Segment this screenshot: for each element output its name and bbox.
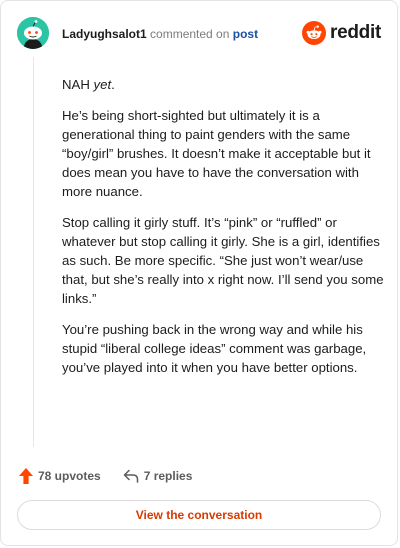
para-emphasis: yet bbox=[93, 77, 112, 92]
upvote-arrow-icon bbox=[19, 468, 33, 484]
upvotes-stat[interactable]: 78 upvotes bbox=[19, 468, 101, 484]
byline: Ladyughsalot1 commented on post bbox=[62, 27, 258, 41]
para-lead: NAH bbox=[62, 77, 90, 92]
view-conversation-button[interactable]: View the conversation bbox=[17, 500, 381, 530]
reddit-wordmark: reddit bbox=[330, 22, 381, 43]
thread-line bbox=[33, 57, 34, 447]
replies-stat[interactable]: 7 replies bbox=[123, 469, 193, 483]
comment-paragraph: You’re pushing back in the wrong way and… bbox=[62, 322, 367, 375]
commented-on-label: commented on bbox=[150, 27, 230, 41]
comment-paragraph: He’s being short-sighted but ultimately … bbox=[62, 108, 371, 199]
comment-paragraph: NAH yet. bbox=[62, 75, 384, 94]
avatar[interactable] bbox=[17, 17, 49, 49]
reddit-logo[interactable]: reddit bbox=[302, 20, 381, 46]
reddit-snoo-icon bbox=[302, 21, 327, 45]
comment-header: Ladyughsalot1 commented on post reddit bbox=[17, 17, 381, 51]
username-link[interactable]: Ladyughsalot1 bbox=[62, 27, 147, 41]
para-tail: . bbox=[111, 77, 115, 92]
snoo-avatar-icon bbox=[17, 17, 49, 49]
comment-footer: 78 upvotes 7 replies bbox=[19, 467, 192, 485]
reply-arrow-icon bbox=[123, 469, 138, 483]
comment-body: NAH yet. He’s being short-sighted but ul… bbox=[62, 75, 384, 389]
post-link[interactable]: post bbox=[233, 27, 258, 41]
comment-card: Ladyughsalot1 commented on post reddit N… bbox=[0, 0, 398, 546]
replies-count: 7 replies bbox=[143, 469, 193, 483]
upvotes-count: 78 upvotes bbox=[38, 469, 101, 483]
comment-paragraph: Stop calling it girly stuff. It’s “pink”… bbox=[62, 215, 384, 306]
